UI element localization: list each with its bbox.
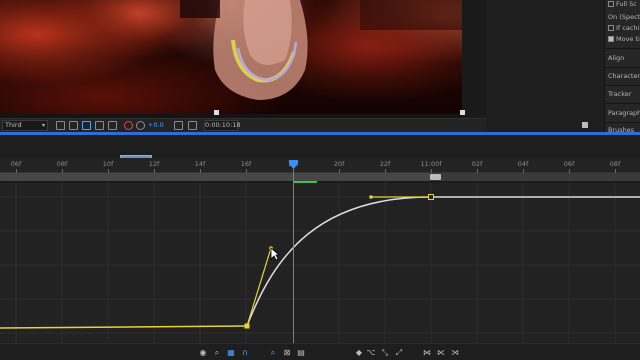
convert-vertex-icon[interactable]: ⤡ (380, 348, 390, 357)
ease-out-icon[interactable]: ⋊ (450, 348, 460, 357)
layer-duration-bar[interactable] (0, 173, 640, 181)
eye-icon[interactable]: ◉ (198, 348, 208, 357)
panel-tab-character[interactable]: Character (608, 72, 640, 80)
exposure-reset-icon[interactable] (136, 121, 145, 130)
timeline-header (0, 135, 640, 155)
checkbox-checked[interactable] (608, 36, 614, 42)
ruler-label: 08f (609, 160, 621, 168)
ruler-label: 20f (333, 160, 345, 168)
ease-in-icon[interactable]: ⋉ (436, 348, 446, 357)
curve-segment-ease[interactable] (246, 196, 640, 327)
panel-tab-paragraph[interactable]: Paragraph (608, 109, 640, 117)
preview-option[interactable]: Move tir (608, 35, 640, 43)
keyframe-icon[interactable]: ◆ (354, 348, 364, 357)
ruler-label: 04f (517, 160, 529, 168)
easy-ease-icon[interactable]: ⋈ (422, 348, 432, 357)
ruler-label: 10f (102, 160, 114, 168)
keyframe-point[interactable] (244, 323, 250, 329)
bezier-handle-out[interactable] (246, 247, 272, 327)
rgb-channel-icon[interactable] (108, 121, 117, 130)
graph-options-icon[interactable]: ▤ (296, 348, 306, 357)
current-time-indicator[interactable] (293, 169, 294, 343)
keyframe-point[interactable] (428, 194, 434, 200)
composition-viewer[interactable] (0, 0, 486, 118)
ruler-label: 06f (10, 160, 22, 168)
layer-bar-segment (0, 173, 430, 181)
curve-segment-flat[interactable] (0, 325, 248, 329)
ruler-label: 14f (194, 160, 206, 168)
viewer-pasteboard (462, 0, 486, 118)
panel-resize-handle[interactable] (582, 122, 588, 128)
divider (604, 85, 640, 86)
current-time-field[interactable]: 0:00:10:18 (204, 120, 241, 131)
time-ruler[interactable]: 06f 08f 10f 12f 14f 16f 18f 20f 22f 11:0… (0, 158, 640, 173)
checkbox[interactable] (608, 1, 614, 7)
ruler-label: 22f (379, 160, 391, 168)
ruler-label: 02f (471, 160, 483, 168)
transparency-grid-icon[interactable] (69, 121, 78, 130)
panel-gap (486, 0, 604, 132)
viewer-toolbar: Third ▾ +0.0 0:00:10:18 (0, 118, 486, 132)
ruler-label: 08f (56, 160, 68, 168)
exposure-value[interactable]: +0.0 (148, 121, 164, 129)
divider (604, 122, 640, 123)
graph-editor-toolbar: ◉ ⌕ ▦ ∩ ⌕ ⊠ ▤ ◆ ⌥ ⤡ ⤢ ⋈ ⋉ ⋊ (0, 343, 640, 360)
region-of-interest-icon[interactable] (56, 121, 65, 130)
camera-snapshot-icon[interactable] (174, 121, 183, 130)
divider (604, 103, 640, 104)
keyframe-marker[interactable] (430, 174, 441, 180)
panel-tab-tracker[interactable]: Tracker (608, 90, 631, 98)
right-panel: Full Sc On (Spectat If cachin Move tir A… (486, 0, 640, 134)
edit-keyframe-icon[interactable]: ⌥ (366, 348, 376, 357)
preview-option[interactable]: Full Sc (608, 0, 637, 8)
graph-canvas[interactable] (0, 183, 640, 343)
handle-point[interactable] (369, 195, 373, 199)
layer-handle[interactable] (460, 110, 465, 115)
divider (604, 48, 640, 49)
resolution-dropdown[interactable]: Third ▾ (2, 120, 48, 131)
snap-grid-icon[interactable]: ▦ (226, 348, 236, 357)
layer-handle[interactable] (214, 110, 219, 115)
ruler-label: 06f (563, 160, 575, 168)
graph-grid (0, 183, 640, 343)
ruler-label: 11:00f (420, 160, 442, 168)
footage-frame (0, 0, 462, 114)
ruler-label: 16f (240, 160, 252, 168)
preview-option: On (Spectat (608, 13, 640, 21)
preview-option[interactable]: If cachin (608, 24, 640, 32)
resolution-value: Third (5, 121, 22, 129)
mouse-cursor-icon (270, 247, 280, 261)
playhead-icon[interactable] (289, 160, 298, 169)
ruler-label: 12f (148, 160, 160, 168)
divider (604, 67, 640, 68)
split-handle-icon[interactable]: ⤢ (394, 348, 404, 357)
fit-all-icon[interactable]: ⊠ (282, 348, 292, 357)
graph-zoom-icon[interactable]: ⌕ (212, 348, 222, 357)
checkbox[interactable] (608, 25, 614, 31)
chevron-down-icon: ▾ (41, 122, 45, 129)
snap-magnet-icon[interactable]: ∩ (240, 348, 250, 357)
grid-guides-icon[interactable] (95, 121, 104, 130)
graph-editor[interactable] (0, 183, 640, 343)
panel-tab-align[interactable]: Align (608, 54, 624, 62)
mask-visibility-icon[interactable] (82, 121, 91, 130)
fit-selection-icon[interactable]: ⌕ (268, 348, 278, 357)
color-management-icon[interactable] (124, 121, 133, 130)
show-snapshot-icon[interactable] (188, 121, 197, 130)
